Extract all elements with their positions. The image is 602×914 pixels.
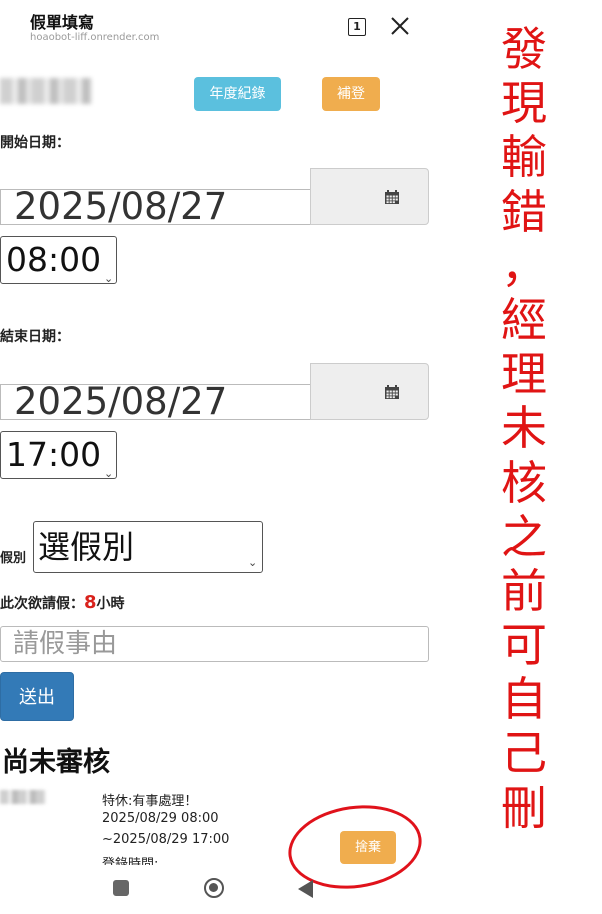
calendar-icon [385, 190, 399, 204]
record-type-reason: 特休:有事處理！ [102, 794, 198, 809]
annotation-char: 經 [501, 292, 547, 347]
applicant-name-blurred [0, 790, 46, 804]
annotation-char: 輸 [501, 130, 547, 185]
user-name-blurred [0, 78, 92, 104]
record-to: ~2025/08/29 17:00 [102, 832, 230, 847]
end-date-label: 結束日期： [0, 329, 70, 345]
annotation-char: 前 [501, 563, 547, 618]
hours-suffix: 小時 [96, 596, 125, 612]
close-icon[interactable] [388, 14, 412, 38]
page-url: hoaobot-liff.onrender.com [30, 32, 160, 43]
end-time-value: 17:00 [6, 435, 102, 474]
reason-input[interactable]: 請假事由 [0, 626, 429, 662]
chevron-down-icon: ⌄ [248, 556, 258, 569]
tab-count-icon[interactable]: 1 [348, 18, 366, 36]
page-title: 假單填寫 [30, 13, 95, 32]
annual-record-button[interactable]: 年度紀錄 [194, 77, 281, 111]
record-from: 2025/08/29 08:00 [102, 811, 219, 826]
leave-type-label: 假別 [0, 551, 27, 566]
annotation-char: 自 [501, 672, 547, 727]
leave-type-select[interactable]: 選假別 ⌄ [33, 521, 263, 573]
annotation-char: ， [501, 238, 547, 293]
annotation-char: 未 [501, 401, 547, 456]
annotation-note: 發現輸錯，經理未核之前可自己刪 [494, 22, 554, 835]
chevron-down-icon: ⌄ [104, 467, 114, 480]
start-date-input[interactable]: 2025/08/27 [0, 188, 312, 225]
annotation-char: 錯 [501, 184, 547, 239]
start-time-value: 08:00 [6, 240, 102, 279]
submit-button[interactable]: 送出 [0, 672, 74, 721]
start-date-calendar-button[interactable] [310, 168, 429, 225]
start-date-label: 開始日期： [0, 135, 70, 151]
hours-value: 8 [84, 592, 97, 613]
recent-apps-button[interactable] [113, 880, 129, 896]
annotation-char: 之 [501, 509, 547, 564]
end-time-select[interactable]: 17:00 ⌄ [0, 431, 117, 480]
annotation-char: 核 [501, 455, 547, 510]
pending-section-title: 尚未審核 [2, 747, 110, 778]
end-date-input[interactable]: 2025/08/27 [0, 383, 312, 420]
annotation-char: 己 [501, 726, 547, 781]
start-time-select[interactable]: 08:00 ⌄ [0, 236, 117, 285]
annotation-char: 理 [501, 347, 547, 402]
calendar-icon [385, 385, 399, 399]
annotation-char: 現 [501, 76, 547, 131]
leave-type-value: 選假別 [38, 528, 135, 566]
annotation-char: 刪 [501, 780, 547, 835]
end-date-calendar-button[interactable] [310, 363, 429, 420]
home-button[interactable] [204, 878, 224, 898]
back-button[interactable] [298, 880, 313, 898]
hours-prefix: 此次欲請假： [0, 596, 84, 612]
annotation-char: 可 [501, 618, 547, 673]
annotation-char: 發 [501, 22, 547, 76]
leave-hours: 此次欲請假：8小時 [0, 592, 125, 613]
record-login-time-label: 登錄時間: [102, 857, 159, 865]
chevron-down-icon: ⌄ [104, 272, 114, 285]
supplement-button[interactable]: 補登 [322, 77, 380, 111]
